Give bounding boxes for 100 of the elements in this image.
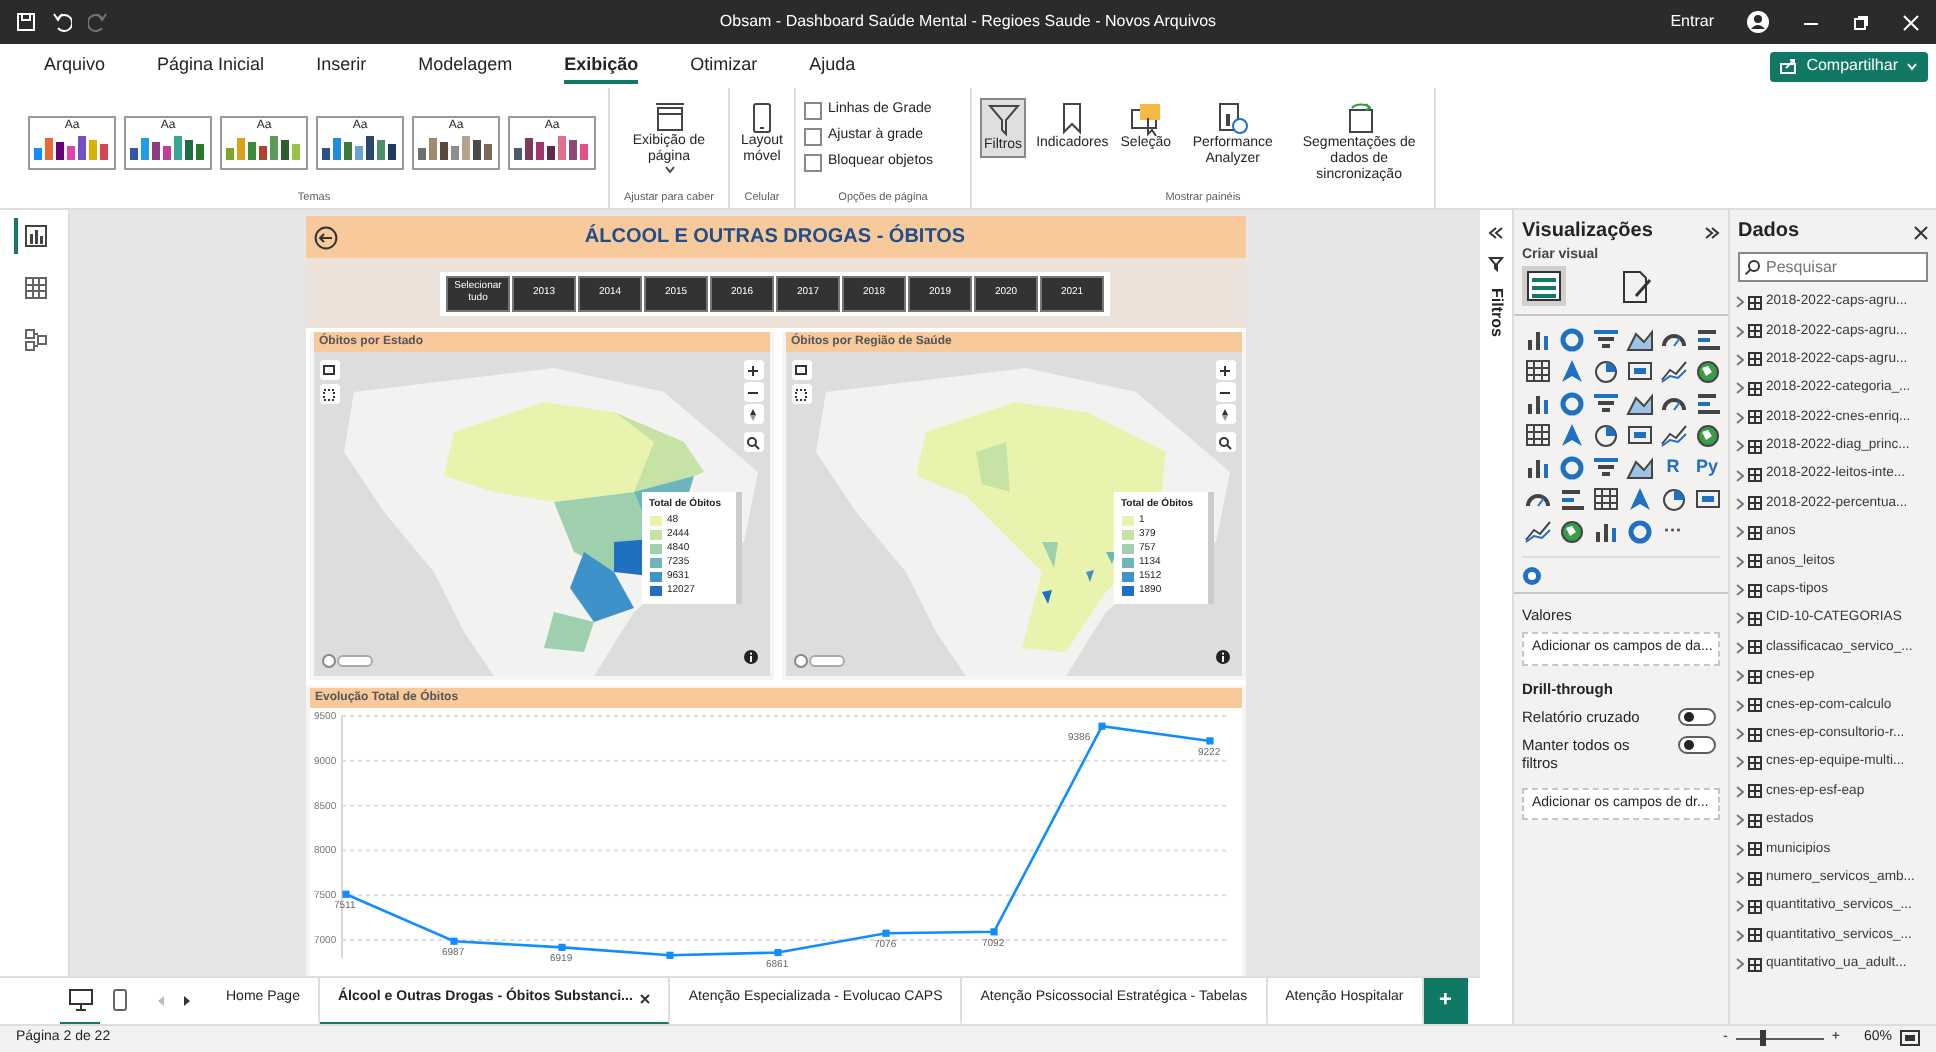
- ribbon-tab[interactable]: Modelagem: [418, 48, 513, 84]
- ribbon-tab[interactable]: Página Inicial: [157, 48, 265, 84]
- visual-type-button[interactable]: [1624, 390, 1654, 417]
- pane-mode-button[interactable]: [1522, 266, 1566, 307]
- table-icon: [1748, 468, 1762, 483]
- visual-type-button[interactable]: [1590, 422, 1620, 449]
- visual-type-button[interactable]: [1590, 326, 1620, 353]
- sign-in-link[interactable]: Entrar: [1670, 12, 1714, 32]
- table-icon: [1748, 410, 1762, 425]
- search-button[interactable]: [743, 432, 763, 452]
- toggle-switch[interactable]: [1678, 735, 1716, 754]
- select-button[interactable]: [319, 360, 339, 380]
- ribbon-tab[interactable]: Arquivo: [44, 48, 106, 84]
- visual-type-button[interactable]: [1590, 454, 1620, 481]
- chevron-icon: [1736, 728, 1744, 741]
- visual-type-button[interactable]: [1556, 486, 1586, 513]
- visual-type-button[interactable]: [1590, 518, 1620, 545]
- undo-icon[interactable]: [52, 12, 72, 32]
- table-icon: [1748, 784, 1762, 799]
- visual-type-button[interactable]: [1590, 358, 1620, 385]
- funnel-chart-icon: [1591, 326, 1619, 353]
- visual-type-button[interactable]: [1556, 390, 1586, 417]
- zoom-out-button[interactable]: [743, 382, 763, 402]
- copilot-button[interactable]: [1522, 566, 1542, 587]
- more-visuals-button[interactable]: ···: [1658, 518, 1688, 545]
- visual-type-button[interactable]: [1692, 390, 1722, 417]
- visual-type-button[interactable]: [1590, 390, 1620, 417]
- visual-type-button[interactable]: [1692, 486, 1722, 513]
- ribbon-tab[interactable]: Ajuda: [809, 48, 856, 84]
- fit-page-icon[interactable]: [1900, 1030, 1920, 1047]
- visual-type-button[interactable]: [1658, 358, 1688, 385]
- info-icon[interactable]: [743, 650, 757, 664]
- visual-type-button[interactable]: [1522, 518, 1552, 545]
- visual-type-button[interactable]: [1624, 518, 1654, 545]
- pane-label[interactable]: Filtros: [1486, 288, 1506, 337]
- visual-type-button[interactable]: [1692, 422, 1722, 449]
- share-button[interactable]: Compartilhar: [1770, 51, 1928, 81]
- lasso-button[interactable]: [319, 384, 339, 404]
- select-button[interactable]: [791, 360, 811, 380]
- visual-type-button[interactable]: [1590, 486, 1620, 513]
- globe-icon: [1693, 358, 1721, 385]
- chevron-icon: [1736, 785, 1744, 798]
- zoom-in-button[interactable]: [1215, 360, 1235, 380]
- zoom-out-button[interactable]: [1215, 382, 1235, 402]
- line-chart-icon: [1523, 518, 1551, 545]
- color-bars-drawing: [418, 131, 494, 159]
- visual-type-button[interactable]: Py: [1692, 454, 1722, 481]
- table-icon: [1748, 381, 1762, 396]
- chevron-icon: [1736, 526, 1744, 539]
- visual-type-button[interactable]: R: [1658, 454, 1688, 481]
- add-page-button[interactable]: +: [1423, 977, 1468, 1025]
- color-bars-drawing: [34, 131, 110, 159]
- visual-type-button[interactable]: [1624, 326, 1654, 353]
- visual-type-button[interactable]: [1556, 518, 1586, 545]
- visual-type-button[interactable]: [1522, 454, 1552, 481]
- data-point: [1097, 722, 1105, 730]
- search-icon: [746, 435, 760, 449]
- maximize-icon[interactable]: [1852, 13, 1870, 31]
- ribbon-tab[interactable]: Exibição: [564, 48, 639, 84]
- visual-type-button[interactable]: [1556, 422, 1586, 449]
- search-button[interactable]: [1215, 432, 1235, 452]
- visual-type-button[interactable]: [1522, 390, 1552, 417]
- visual-type-button[interactable]: [1556, 358, 1586, 385]
- table-icon: [1523, 358, 1551, 385]
- chevron-icon: [1736, 612, 1744, 625]
- chevron-icon: [1736, 411, 1744, 424]
- funnel-icon: [985, 102, 1022, 138]
- collapse-icon[interactable]: [1704, 225, 1720, 239]
- compass-button[interactable]: [743, 404, 763, 424]
- close-icon[interactable]: [1914, 225, 1928, 239]
- visual-type-button[interactable]: [1692, 326, 1722, 353]
- navigation-arrow-icon: [1557, 422, 1585, 449]
- search-icon: [1744, 260, 1760, 276]
- visual-type-button[interactable]: [1522, 326, 1552, 353]
- next-page-icon[interactable]: [182, 994, 192, 1008]
- toggle-switch[interactable]: [1678, 707, 1716, 726]
- close-icon[interactable]: [640, 994, 651, 1004]
- save-icon[interactable]: [16, 12, 36, 32]
- ribbon-tab[interactable]: Otimizar: [690, 48, 758, 84]
- visual-type-button[interactable]: [1556, 326, 1586, 353]
- search-field[interactable]: Pesquisar: [1738, 252, 1928, 282]
- account-icon[interactable]: [1746, 10, 1770, 34]
- visual-type-button[interactable]: [1624, 454, 1654, 481]
- visual-type-button[interactable]: [1522, 422, 1552, 449]
- chevron-icon: [1736, 296, 1744, 309]
- visual-type-button[interactable]: [1692, 358, 1722, 385]
- redo-icon[interactable]: [88, 12, 108, 32]
- visual-type-button[interactable]: [1658, 422, 1688, 449]
- compass-button[interactable]: [1215, 404, 1235, 424]
- visual-type-button[interactable]: [1556, 454, 1586, 481]
- visual-type-button[interactable]: [1624, 358, 1654, 385]
- visual-type-button[interactable]: [1624, 422, 1654, 449]
- lasso-button[interactable]: [791, 384, 811, 404]
- expand-icon[interactable]: [1488, 226, 1504, 240]
- zoom-in-button[interactable]: [743, 360, 763, 380]
- visual-type-button[interactable]: [1658, 486, 1688, 513]
- visual-type-button[interactable]: [1624, 486, 1654, 513]
- visual-type-button[interactable]: [1522, 358, 1552, 385]
- ribbon-tab[interactable]: Inserir: [316, 48, 367, 84]
- info-icon[interactable]: [1215, 650, 1229, 664]
